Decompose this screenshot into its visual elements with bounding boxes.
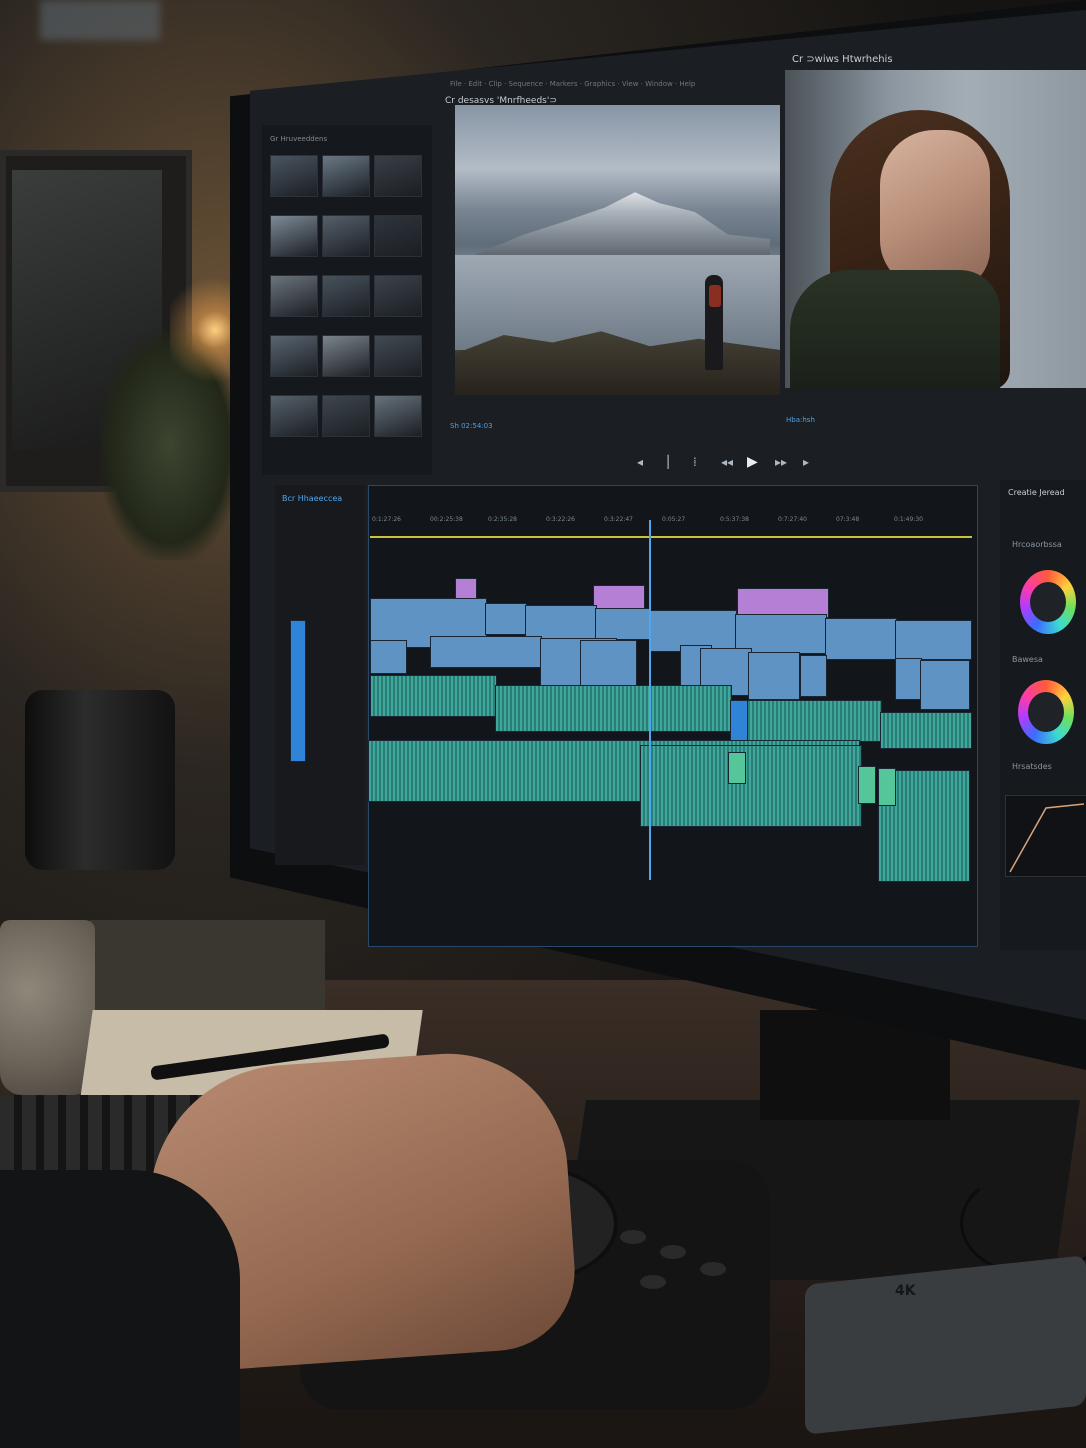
video-clip[interactable] bbox=[858, 766, 876, 804]
source-timecode: Sh 02:54:03 bbox=[450, 422, 493, 430]
color-wheel-center bbox=[1030, 582, 1066, 622]
video-clip[interactable] bbox=[580, 640, 637, 690]
video-clip[interactable] bbox=[800, 655, 827, 697]
media-thumbnail[interactable] bbox=[322, 275, 370, 317]
curves-graph[interactable] bbox=[1005, 795, 1086, 877]
woman-jacket bbox=[790, 270, 1000, 390]
audio-clip[interactable] bbox=[880, 712, 972, 749]
step-back-icon[interactable]: ◂◂ bbox=[721, 455, 733, 469]
books bbox=[90, 920, 325, 1010]
video-clip[interactable] bbox=[728, 752, 746, 784]
sleeve bbox=[0, 1170, 240, 1448]
hiker-backpack bbox=[709, 285, 721, 307]
audio-clip[interactable] bbox=[640, 745, 862, 827]
media-thumbnail[interactable] bbox=[270, 395, 318, 437]
media-thumbnail[interactable] bbox=[270, 335, 318, 377]
media-thumbnail[interactable] bbox=[374, 215, 422, 257]
ruler-tick-label: 0:1:49:30 bbox=[894, 516, 923, 523]
media-bin-title: Gr Hruveeddens bbox=[270, 135, 328, 143]
video-clip[interactable] bbox=[895, 620, 972, 660]
work-area-bar bbox=[370, 536, 972, 538]
media-thumbnail[interactable] bbox=[270, 215, 318, 257]
camera-lens bbox=[25, 690, 175, 870]
step-forward-icon[interactable]: ▸ bbox=[803, 455, 809, 469]
media-thumbnail[interactable] bbox=[374, 395, 422, 437]
controller-button bbox=[660, 1245, 686, 1259]
editing-desk-photo: File · Edit · Clip · Sequence · Markers … bbox=[0, 0, 1086, 1448]
title-clip[interactable] bbox=[593, 585, 645, 609]
mug bbox=[0, 920, 95, 1095]
woman-face bbox=[880, 130, 990, 290]
ruler-tick-label: 0:3:22:26 bbox=[546, 516, 575, 523]
ruler-tick-label: 0:5:37:38 bbox=[720, 516, 749, 523]
transport-controls: ◂ ⎮ ⁞ ◂◂ ▶ ▸▸ ▸ bbox=[625, 454, 825, 473]
media-thumbnail[interactable] bbox=[270, 155, 318, 197]
video-clip[interactable] bbox=[920, 660, 970, 710]
playhead[interactable] bbox=[649, 520, 651, 880]
ruler-tick-label: 0:1:27:26 bbox=[372, 516, 401, 523]
next-frame-icon[interactable]: ▸▸ bbox=[775, 455, 787, 469]
video-clip[interactable] bbox=[290, 620, 306, 762]
ruler-tick-label: 0:7:27:40 bbox=[778, 516, 807, 523]
controller-button bbox=[640, 1275, 666, 1289]
controller-button bbox=[700, 1262, 726, 1276]
ruler-tick-label: 07:3:48 bbox=[836, 516, 860, 523]
ruler-tick-label: 0:05:27 bbox=[662, 516, 686, 523]
media-thumbnail[interactable] bbox=[374, 335, 422, 377]
play-icon[interactable]: ▶ bbox=[747, 454, 758, 470]
video-clip[interactable] bbox=[878, 768, 896, 806]
panel-label-2: Bawesa bbox=[1012, 655, 1043, 664]
video-clip[interactable] bbox=[825, 618, 897, 660]
color-wheel-center bbox=[1028, 692, 1064, 732]
external-drive bbox=[805, 1255, 1086, 1435]
media-thumbnail[interactable] bbox=[322, 155, 370, 197]
ruler-tick-label: 00:2:25:38 bbox=[430, 516, 463, 523]
video-clip[interactable] bbox=[370, 640, 407, 674]
ruler-tick-label: 0:2:35:28 bbox=[488, 516, 517, 523]
mark-in-icon[interactable]: ◂ bbox=[637, 455, 643, 469]
audio-clip[interactable] bbox=[745, 700, 882, 742]
media-thumbnail[interactable] bbox=[270, 275, 318, 317]
color-panel-title: Creatie Jeread bbox=[1008, 488, 1065, 497]
window-light bbox=[40, 0, 160, 40]
media-thumbnail[interactable] bbox=[374, 155, 422, 197]
audio-clip[interactable] bbox=[495, 685, 732, 732]
ruler-tick-label: 0:3:22:47 bbox=[604, 516, 633, 523]
audio-clip[interactable] bbox=[370, 675, 497, 717]
track-headers bbox=[275, 485, 365, 865]
video-clip[interactable] bbox=[748, 652, 800, 700]
mark-out-icon[interactable]: ⁞ bbox=[693, 455, 697, 469]
timeline-title: Bcr Hhaeeccea bbox=[282, 494, 343, 503]
curve-line bbox=[1009, 803, 1085, 873]
video-clip[interactable] bbox=[895, 658, 922, 700]
media-thumbnail[interactable] bbox=[322, 335, 370, 377]
prev-frame-icon[interactable]: ⎮ bbox=[665, 455, 671, 469]
panel-label-1: Hrcoaorbssa bbox=[1012, 540, 1062, 549]
media-thumbnail[interactable] bbox=[322, 395, 370, 437]
drive-label: 4K bbox=[895, 1283, 916, 1299]
controller-button bbox=[620, 1230, 646, 1244]
panel-label-3: Hrsatsdes bbox=[1012, 762, 1052, 771]
video-clip[interactable] bbox=[430, 636, 542, 668]
media-thumbnail[interactable] bbox=[374, 275, 422, 317]
media-thumbnail[interactable] bbox=[322, 215, 370, 257]
program-timecode: Hba:hsh bbox=[786, 416, 815, 424]
video-clip[interactable] bbox=[485, 603, 527, 635]
video-clip[interactable] bbox=[595, 608, 652, 640]
menu-bar: File · Edit · Clip · Sequence · Markers … bbox=[450, 80, 696, 88]
program-monitor-title: Cr ⊃wiws Htwrhehis bbox=[792, 54, 893, 65]
